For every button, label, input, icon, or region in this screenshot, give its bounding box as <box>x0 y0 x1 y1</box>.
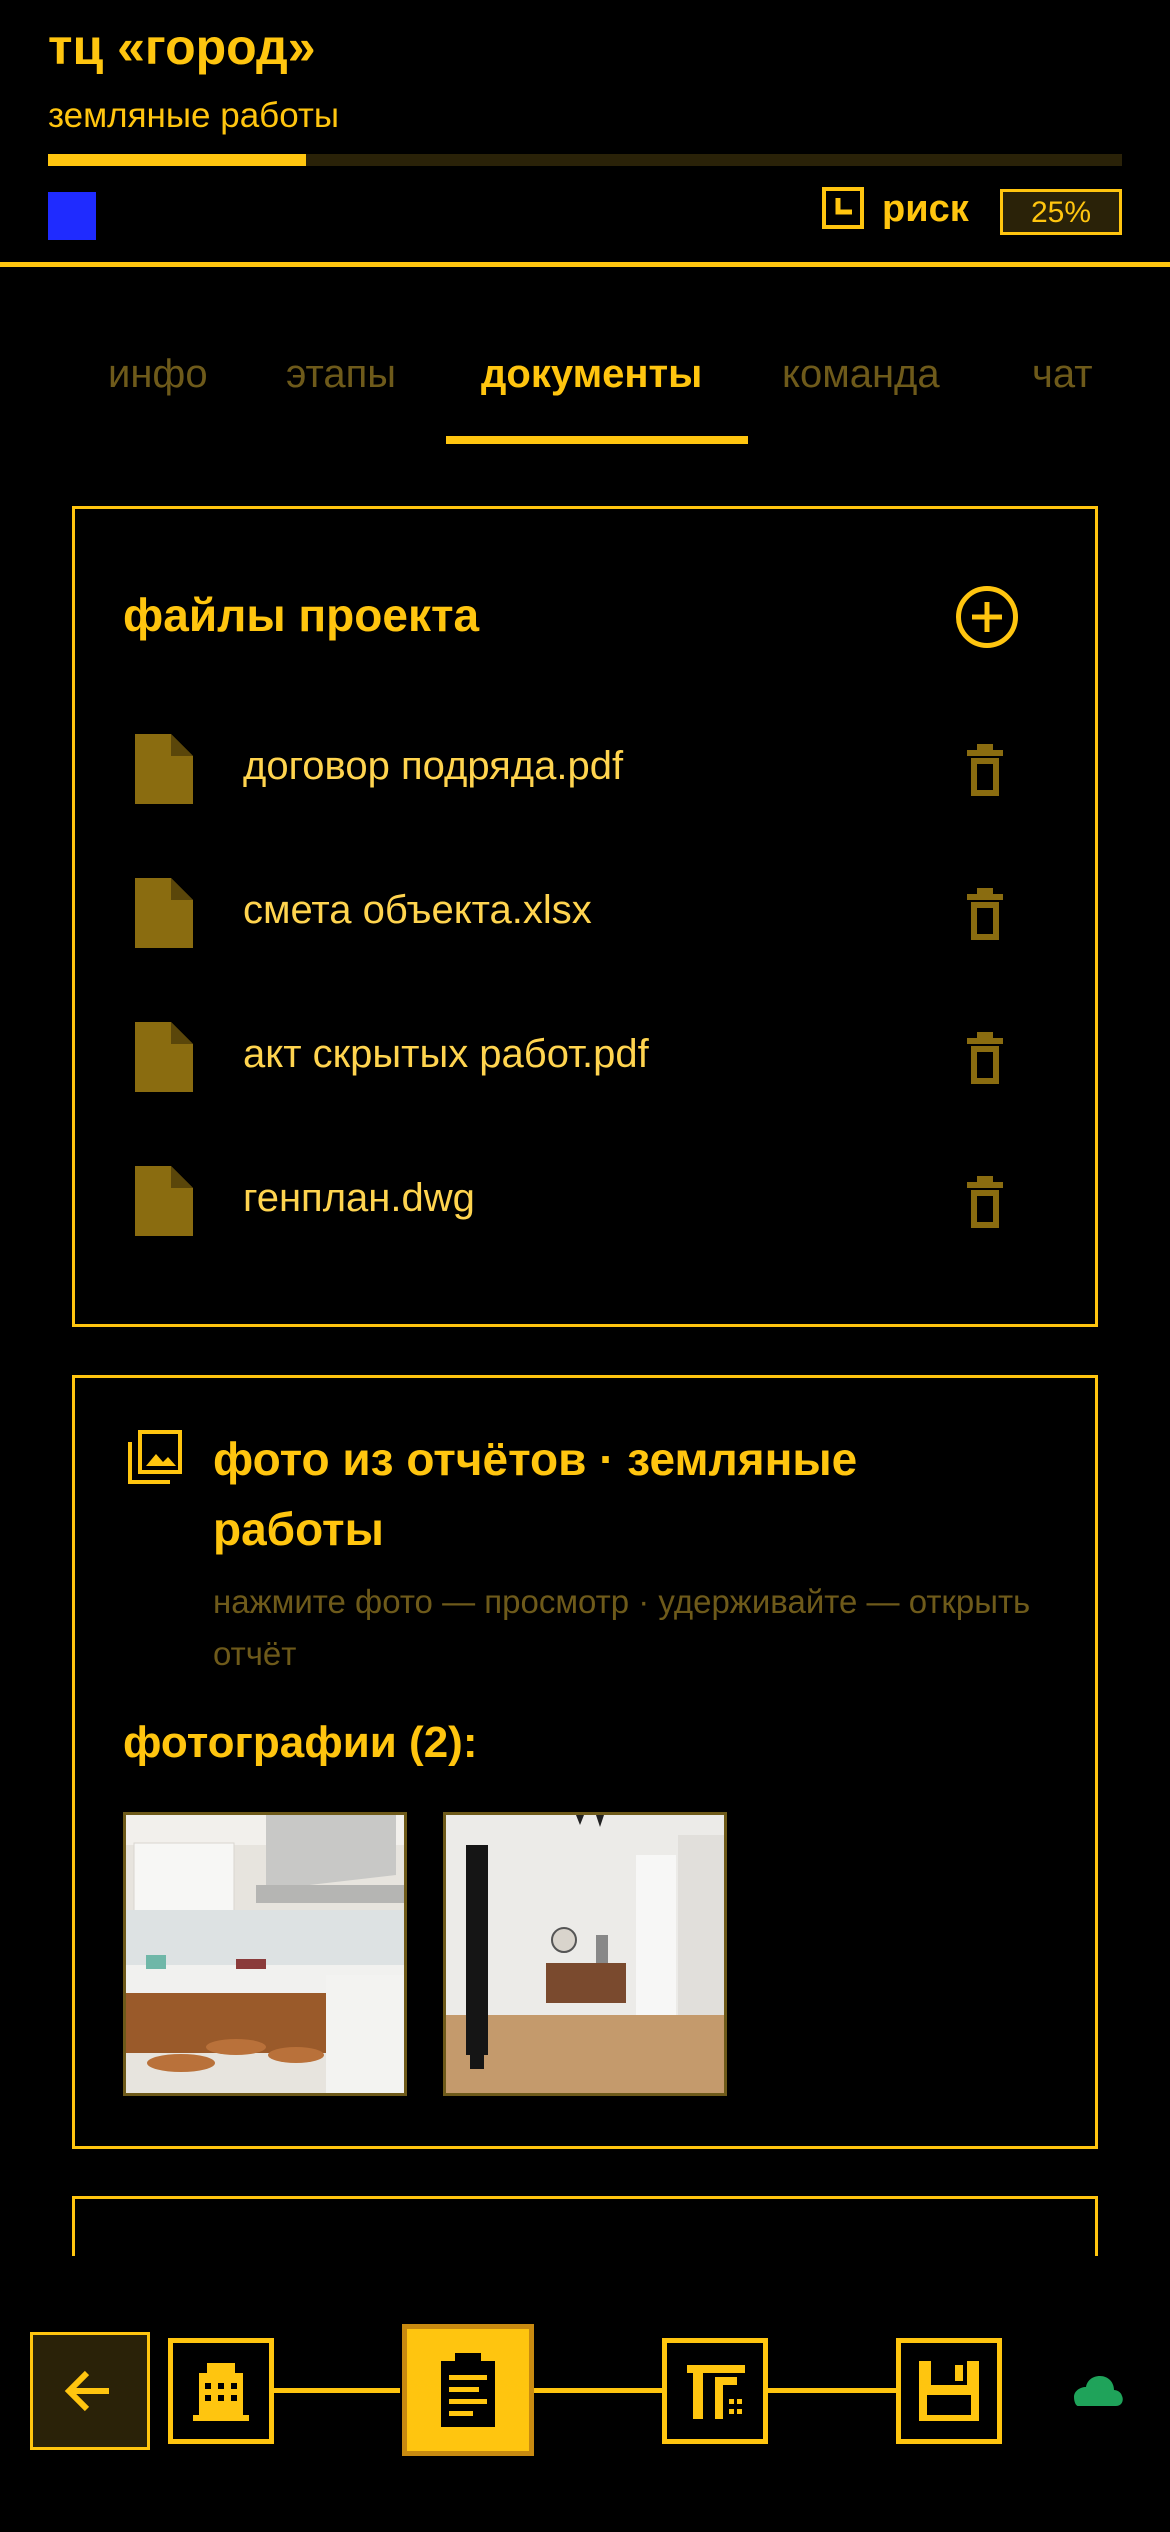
step-connector <box>768 2388 898 2393</box>
building-icon <box>193 2363 249 2421</box>
stage-progress-fill <box>48 154 306 166</box>
clock-icon <box>822 187 864 229</box>
clipboard-icon <box>441 2353 495 2427</box>
file-row[interactable]: генплан.dwg <box>123 1154 1023 1254</box>
trash-icon[interactable] <box>965 740 1005 800</box>
file-name: смета объекта.xlsx <box>243 888 592 932</box>
arrow-left-icon <box>64 2370 109 2412</box>
photo-library-icon <box>128 1430 182 1484</box>
tab-info[interactable]: инфо <box>108 352 208 397</box>
risk-label: риск <box>882 188 969 230</box>
tab-chat[interactable]: чат <box>1032 352 1093 397</box>
save-icon <box>919 2361 979 2421</box>
header-divider <box>0 262 1170 267</box>
tab-stages[interactable]: этапы <box>286 352 396 397</box>
file-name: договор подряда.pdf <box>243 744 624 788</box>
trash-icon[interactable] <box>965 884 1005 944</box>
tab-documents[interactable]: документы <box>481 352 702 397</box>
photos-hint: нажмите фото — просмотр · удерживайте — … <box>213 1583 1031 1672</box>
project-title: тц «город» <box>48 19 316 75</box>
file-icon <box>135 1166 193 1236</box>
file-row[interactable]: смета объекта.xlsx <box>123 866 1023 966</box>
step-documents[interactable] <box>402 2324 534 2456</box>
photos-card-title: фото из отчётов · земляные работы <box>213 1433 858 1555</box>
files-card-title: файлы проекта <box>123 589 480 641</box>
file-name: акт скрытых работ.pdf <box>243 1032 649 1076</box>
add-circle-icon[interactable] <box>956 586 1018 648</box>
status-color-indicator <box>48 192 96 240</box>
crane-icon <box>687 2365 745 2419</box>
file-icon <box>135 1022 193 1092</box>
file-name: генплан.dwg <box>243 1176 475 1220</box>
trash-icon[interactable] <box>965 1028 1005 1088</box>
photo-thumbnail-kitchen[interactable] <box>123 1812 407 2096</box>
file-row[interactable]: акт скрытых работ.pdf <box>123 1010 1023 1110</box>
cloud-icon[interactable] <box>1068 2370 1124 2408</box>
photos-count-label: фотографии (2): <box>123 1718 478 1767</box>
current-stage: земляные работы <box>48 96 340 135</box>
next-card-partial <box>72 2196 1098 2256</box>
active-tab-indicator <box>446 436 748 444</box>
step-connector <box>272 2388 400 2393</box>
step-building[interactable] <box>168 2338 274 2444</box>
step-connector <box>534 2388 666 2393</box>
file-icon <box>135 734 193 804</box>
file-icon <box>135 878 193 948</box>
back-button[interactable] <box>30 2332 150 2450</box>
tab-team[interactable]: команда <box>782 352 940 397</box>
risk-value-badge: 25% <box>1000 189 1122 235</box>
step-save[interactable] <box>896 2338 1002 2444</box>
stage-progress-bar <box>48 154 1122 166</box>
trash-icon[interactable] <box>965 1172 1005 1232</box>
step-construction[interactable] <box>662 2338 768 2444</box>
photo-thumbnail-room[interactable] <box>443 1812 727 2096</box>
file-row[interactable]: договор подряда.pdf <box>123 722 1023 822</box>
